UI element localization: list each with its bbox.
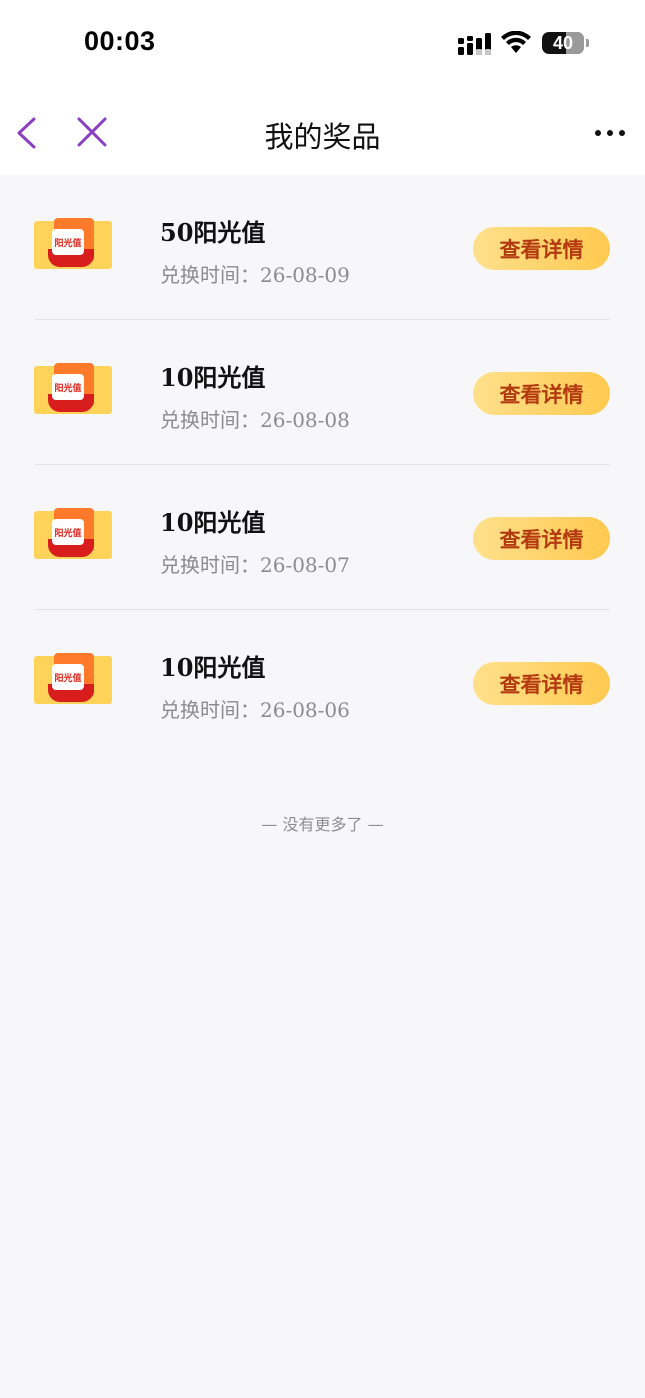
list-item: 阳光值 10阳光值 兑换时间：26-08-06 查看详情	[0, 610, 645, 755]
wifi-icon	[501, 31, 531, 53]
thumb-label: 阳光值	[52, 664, 84, 690]
status-time: 00:03	[84, 26, 156, 56]
prize-list: 阳光值 50阳光值 兑换时间：26-08-09 查看详情 阳光值 10阳光值 兑…	[0, 175, 645, 755]
prize-date-row: 兑换时间：26-08-06	[160, 694, 350, 723]
prize-date-row: 兑换时间：26-08-08	[160, 404, 350, 433]
date-label: 兑换时间：	[160, 698, 260, 722]
list-item: 阳光值 10阳光值 兑换时间：26-08-07 查看详情	[0, 465, 645, 610]
red-envelope-icon: 阳光值	[34, 363, 112, 414]
thumb-label: 阳光值	[52, 519, 84, 545]
thumb-label: 阳光值	[52, 374, 84, 400]
thumb-label: 阳光值	[52, 229, 84, 255]
red-envelope-icon: 阳光值	[34, 218, 112, 269]
prize-name: 10阳光值	[160, 363, 266, 392]
list-item: 阳光值 50阳光值 兑换时间：26-08-09 查看详情	[0, 175, 645, 320]
prize-name: 50阳光值	[160, 218, 266, 247]
date-label: 兑换时间：	[160, 553, 260, 577]
no-more-text: — 没有更多了 —	[261, 815, 384, 834]
cellular-signal-icon	[458, 33, 491, 55]
page-title: 我的奖品	[264, 120, 381, 154]
battery-cap	[586, 39, 589, 47]
view-details-button[interactable]: 查看详情	[473, 517, 610, 560]
date-label: 兑换时间：	[160, 408, 260, 432]
redeem-date: 26-08-06	[260, 698, 350, 722]
red-envelope-icon: 阳光值	[34, 508, 112, 559]
battery-icon: 40	[542, 32, 584, 54]
view-details-button[interactable]: 查看详情	[473, 372, 610, 415]
status-bar: 00:03 40	[0, 0, 645, 90]
redeem-date: 26-08-09	[260, 263, 350, 287]
redeem-date: 26-08-08	[260, 408, 350, 432]
list-item: 阳光值 10阳光值 兑换时间：26-08-08 查看详情	[0, 320, 645, 465]
view-details-button[interactable]: 查看详情	[473, 227, 610, 270]
nav-bar: 我的奖品	[0, 90, 645, 175]
date-label: 兑换时间：	[160, 263, 260, 287]
view-details-button[interactable]: 查看详情	[473, 662, 610, 705]
screen: 00:03 40 我的奖品 阳光值 50阳光值 兑换时间：26-08-09 查看…	[0, 0, 645, 1398]
prize-name: 10阳光值	[160, 508, 266, 537]
battery-level: 40	[552, 32, 574, 53]
prize-date-row: 兑换时间：26-08-07	[160, 549, 350, 578]
redeem-date: 26-08-07	[260, 553, 350, 577]
more-icon[interactable]	[594, 128, 626, 138]
prize-name: 10阳光值	[160, 653, 266, 682]
prize-date-row: 兑换时间：26-08-09	[160, 259, 350, 288]
red-envelope-icon: 阳光值	[34, 653, 112, 704]
